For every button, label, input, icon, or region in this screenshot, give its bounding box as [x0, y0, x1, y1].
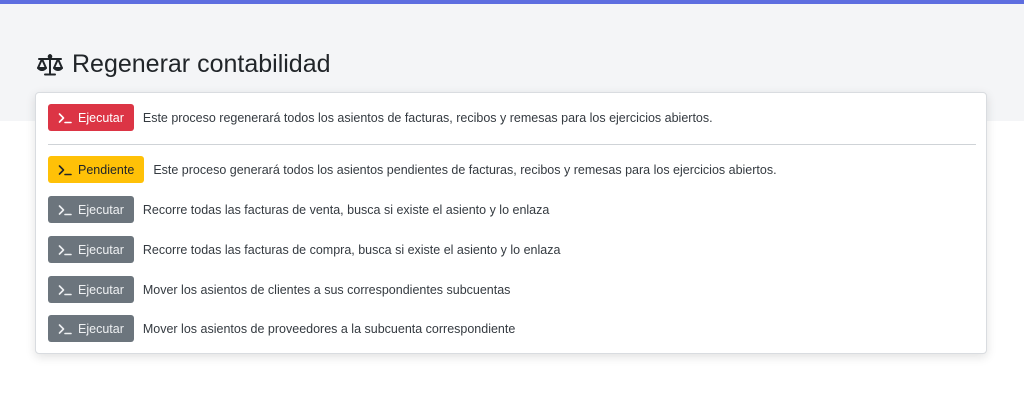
- pending-button-label: Pendiente: [78, 162, 135, 177]
- balance-scale-icon: [36, 53, 64, 77]
- action-row-move-customers: Ejecutar Mover los asientos de clientes …: [48, 276, 510, 303]
- move-customers-button[interactable]: Ejecutar: [48, 276, 134, 303]
- regenerate-description: Este proceso regenerará todos los asient…: [142, 110, 713, 125]
- divider: [48, 144, 976, 145]
- action-row-link-sales: Ejecutar Recorre todas las facturas de v…: [48, 196, 549, 223]
- action-row-move-suppliers: Ejecutar Mover los asientos de proveedor…: [48, 315, 515, 342]
- page-title-text: Regenerar contabilidad: [72, 50, 331, 78]
- action-row-regenerate: Ejecutar Este proceso regenerará todos l…: [48, 104, 713, 131]
- action-row-pending: Pendiente Este proceso generará todos lo…: [48, 156, 777, 183]
- terminal-icon: [58, 244, 72, 256]
- move-suppliers-button[interactable]: Ejecutar: [48, 315, 134, 342]
- move-suppliers-description: Mover los asientos de proveedores a la s…: [142, 321, 516, 336]
- move-customers-button-label: Ejecutar: [78, 282, 124, 297]
- link-sales-button-label: Ejecutar: [78, 202, 124, 217]
- terminal-icon: [58, 284, 72, 296]
- regenerate-button[interactable]: Ejecutar: [48, 104, 134, 131]
- terminal-icon: [58, 164, 72, 176]
- terminal-icon: [58, 112, 72, 124]
- actions-card: Ejecutar Este proceso regenerará todos l…: [35, 92, 987, 354]
- regenerate-button-label: Ejecutar: [78, 110, 124, 125]
- pending-button[interactable]: Pendiente: [48, 156, 145, 183]
- move-suppliers-button-label: Ejecutar: [78, 321, 124, 336]
- link-purchases-button-label: Ejecutar: [78, 242, 124, 257]
- link-purchases-description: Recorre todas las facturas de compra, bu…: [142, 242, 561, 257]
- move-customers-description: Mover los asientos de clientes a sus cor…: [142, 282, 511, 297]
- pending-description: Este proceso generará todos los asientos…: [153, 162, 777, 177]
- action-row-link-purchases: Ejecutar Recorre todas las facturas de c…: [48, 236, 560, 263]
- link-sales-description: Recorre todas las facturas de venta, bus…: [142, 202, 550, 217]
- link-sales-button[interactable]: Ejecutar: [48, 196, 134, 223]
- terminal-icon: [58, 204, 72, 216]
- link-purchases-button[interactable]: Ejecutar: [48, 236, 134, 263]
- terminal-icon: [58, 323, 72, 335]
- page-title: Regenerar contabilidad: [36, 50, 331, 79]
